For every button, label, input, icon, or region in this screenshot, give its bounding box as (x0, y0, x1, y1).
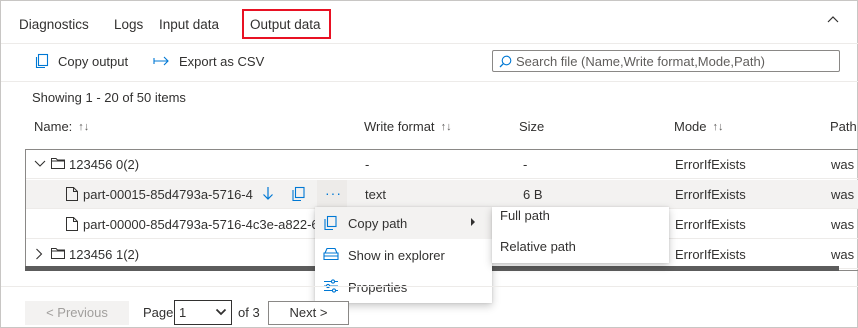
tab-logs[interactable]: Logs (114, 17, 143, 32)
more-options-button[interactable]: ··· (317, 180, 347, 209)
row-write-format: text (365, 187, 386, 202)
file-icon (66, 187, 78, 201)
output-panel: Diagnostics Logs Input data Output data … (0, 0, 858, 328)
row-name: part-00015-85d4793a-5716-4c (83, 187, 253, 202)
copy-icon (35, 53, 49, 69)
row-mode: ErrorIfExists (675, 247, 746, 262)
copy-path-submenu: Full path Relative path (492, 207, 669, 263)
tab-diagnostics[interactable]: Diagnostics (19, 17, 89, 32)
chevron-down-icon[interactable] (34, 159, 46, 169)
tab-output-data-label: Output data (250, 17, 321, 32)
tab-output-data[interactable]: Output data (242, 9, 331, 39)
submenu-item-relative-path[interactable]: Relative path (492, 235, 669, 263)
row-name: 123456 1(2) (69, 247, 140, 262)
page-select-value: 1 (179, 305, 187, 320)
chevron-right-icon[interactable] (35, 248, 43, 260)
tab-input-data[interactable]: Input data (159, 17, 219, 32)
items-count-text: Showing 1 - 20 of 50 items (32, 90, 186, 105)
row-mode: ErrorIfExists (675, 157, 746, 172)
submenu-arrow-icon (471, 218, 475, 226)
column-mode-label: Mode (674, 119, 707, 134)
column-header-path[interactable]: Path (830, 119, 857, 134)
copy-output-button[interactable]: Copy output (34, 52, 128, 70)
table-row-folder[interactable]: 123456 0(2) - - ErrorIfExists was (26, 150, 858, 179)
chevron-down-icon (215, 308, 227, 316)
submenu-item-label: Full path (500, 208, 550, 223)
table-row-file-selected[interactable]: part-00015-85d4793a-5716-4c ··· text 6 B… (26, 180, 858, 209)
menu-item-label: Show in explorer (348, 248, 445, 263)
search-box[interactable] (492, 50, 840, 72)
page-total-label: of 3 (238, 305, 260, 320)
column-header-name[interactable]: Name: ↑↓ (34, 119, 89, 134)
next-page-button[interactable]: Next > (268, 301, 349, 325)
context-menu: Copy path Show in explorer Properties (315, 207, 492, 303)
download-icon[interactable] (262, 186, 274, 202)
column-size-label: Size (519, 119, 545, 134)
collapse-chevron-icon[interactable] (825, 11, 841, 27)
row-mode: ErrorIfExists (675, 217, 746, 232)
toolbar-divider (1, 81, 858, 82)
row-mode: ErrorIfExists (675, 187, 746, 202)
submenu-item-label: Relative path (500, 239, 576, 254)
row-path: was (831, 157, 855, 172)
menu-item-show-in-explorer[interactable]: Show in explorer (315, 239, 492, 271)
file-icon (66, 217, 78, 231)
copy-icon (324, 215, 337, 231)
copy-icon[interactable] (291, 186, 305, 202)
column-header-write-format[interactable]: Write format ↑↓ (364, 119, 452, 134)
row-path: was (831, 217, 855, 232)
row-size: 6 B (523, 187, 543, 202)
explorer-icon (323, 247, 339, 261)
export-csv-label: Export as CSV (179, 53, 265, 69)
folder-icon (51, 158, 65, 169)
export-csv-button[interactable]: Export as CSV (153, 52, 264, 70)
tabs-divider (1, 43, 858, 44)
column-write-format-label: Write format (364, 119, 435, 134)
column-header-size[interactable]: Size (519, 119, 544, 134)
row-path: was (831, 247, 855, 262)
column-name-label: Name: (34, 119, 73, 134)
search-icon (499, 55, 512, 68)
column-path-label: Path (830, 119, 857, 134)
more-icon: ··· (325, 185, 342, 201)
folder-icon (51, 248, 65, 259)
row-name: part-00000-85d4793a-5716-4c3e-a822-6 (83, 217, 316, 232)
copy-output-label: Copy output (58, 53, 129, 69)
row-size: - (523, 157, 528, 172)
column-header-mode[interactable]: Mode ↑↓ (674, 119, 724, 134)
footer-divider (1, 286, 858, 287)
menu-item-label: Properties (348, 280, 408, 295)
page-label: Page (143, 305, 174, 320)
sort-icon: ↑↓ (78, 120, 90, 133)
page-select[interactable]: 1 (174, 300, 232, 325)
menu-item-properties[interactable]: Properties (315, 271, 492, 303)
sort-icon: ↑↓ (712, 120, 724, 133)
export-arrow-icon (153, 56, 169, 66)
row-name: 123456 0(2) (69, 157, 140, 172)
row-path: was (831, 187, 855, 202)
menu-item-copy-path[interactable]: Copy path (315, 207, 492, 239)
previous-page-button[interactable]: < Previous (25, 301, 129, 325)
submenu-item-full-path[interactable]: Full path (492, 207, 669, 235)
menu-item-label: Copy path (348, 216, 408, 231)
sort-icon: ↑↓ (440, 120, 452, 133)
search-input[interactable] (516, 53, 836, 69)
row-write-format: - (365, 157, 370, 172)
